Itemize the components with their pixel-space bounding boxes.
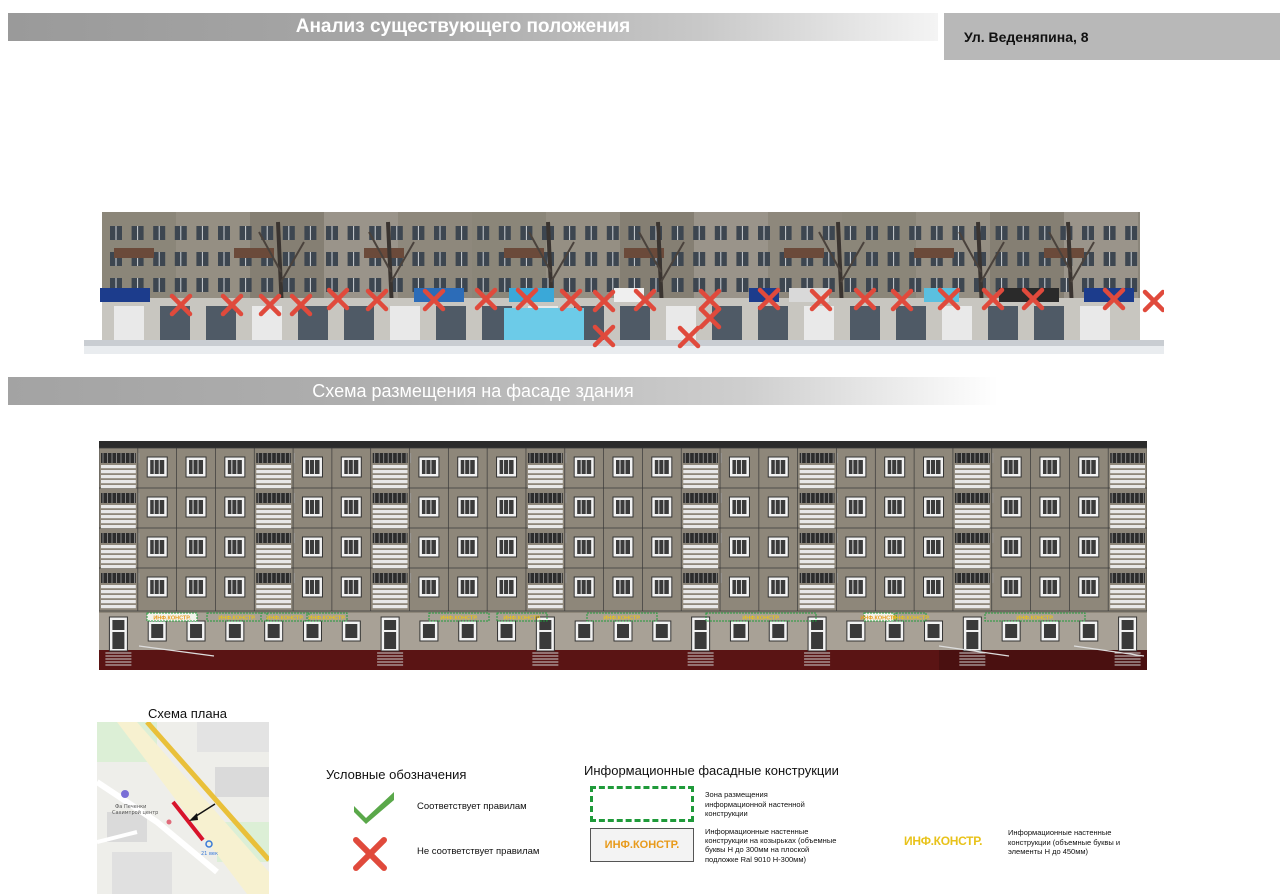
sign-sample: ИНФ.КОНСТР. (590, 828, 694, 862)
scheme-banner: Схема размещения на фасаде здания (8, 377, 998, 405)
address-text: Ул. Веденяпина, 8 (964, 28, 1089, 45)
sign-zone-label: ИНФ.КОНСТР. (440, 616, 478, 622)
legend-bad-label: Не соответствует правилам (417, 846, 540, 857)
legend-ok-label: Соответствует правилам (417, 801, 527, 812)
cross-mark (1142, 289, 1164, 313)
cross-icon (352, 836, 388, 872)
sign-zone-label: ИНФ.КОНСТР. (742, 616, 780, 622)
sign-zone: ИНФ.КОНСТР. (146, 612, 198, 622)
sign-zone-label: ИНФ.КОНСТР. (153, 616, 191, 622)
info-title: Информационные фасадные конструкции (584, 763, 839, 778)
svg-text:Сахимтрой центр: Сахимтрой центр (112, 809, 158, 816)
zone-box (590, 786, 694, 822)
svg-text:21 век: 21 век (201, 851, 218, 857)
zone-description: Зона размещения информационной настенной… (705, 790, 805, 818)
letters-description: Информационные настенные конструкции (об… (1008, 828, 1121, 856)
address-box: Ул. Веденяпина, 8 (944, 13, 1280, 60)
facade-elevation: ИНФ.КОНСТР. ИНФ.КОНСТР. ИНФ.КОНСТР. ИНФ.КОН… (98, 441, 1149, 670)
plan-map: Фа Печенки Сахимтрой центр 21 век (95, 720, 271, 894)
scheme-title: Схема размещения на фасаде здания (312, 380, 634, 401)
sign-zone-label: ИНФ.КОНСТР. (218, 616, 256, 622)
sign-zone-label: ИНФ.КОНСТР. (308, 616, 346, 622)
facade-photo (84, 212, 1164, 354)
facade-elevation-drawing: ИНФ.КОНСТР. ИНФ.КОНСТР. ИНФ.КОНСТР. ИНФ.КОН… (98, 441, 1149, 670)
title-banner: Анализ существующего положения (8, 13, 938, 41)
legend-title: Условные обозначения (326, 767, 467, 782)
sign-zone-label: ИНФ.КОНСТР. (1016, 616, 1054, 622)
sign-zone-label: ИНФ.КОНСТР. (503, 616, 541, 622)
sign-zone-label: ИНФ.КОНСТР. (603, 616, 641, 622)
plan-map-drawing: Фа Печенки Сахимтрой центр 21 век (95, 720, 271, 894)
check-icon (352, 788, 396, 826)
sign-description: Информационные настенные конструкции на … (705, 827, 837, 864)
facade-photo-drawing (84, 212, 1164, 354)
sign-zone-label: ИНФ.КОНСТР. (892, 616, 930, 622)
sign-zone-label: ИНФ.КОНСТР. (266, 616, 304, 622)
page-title: Анализ существующего положения (295, 16, 631, 37)
plan-title: Схема плана (148, 706, 228, 721)
letters-sample: ИНФ.КОНСТР. (904, 834, 983, 848)
sign-sample-label: ИНФ.КОНСТР. (604, 839, 680, 851)
